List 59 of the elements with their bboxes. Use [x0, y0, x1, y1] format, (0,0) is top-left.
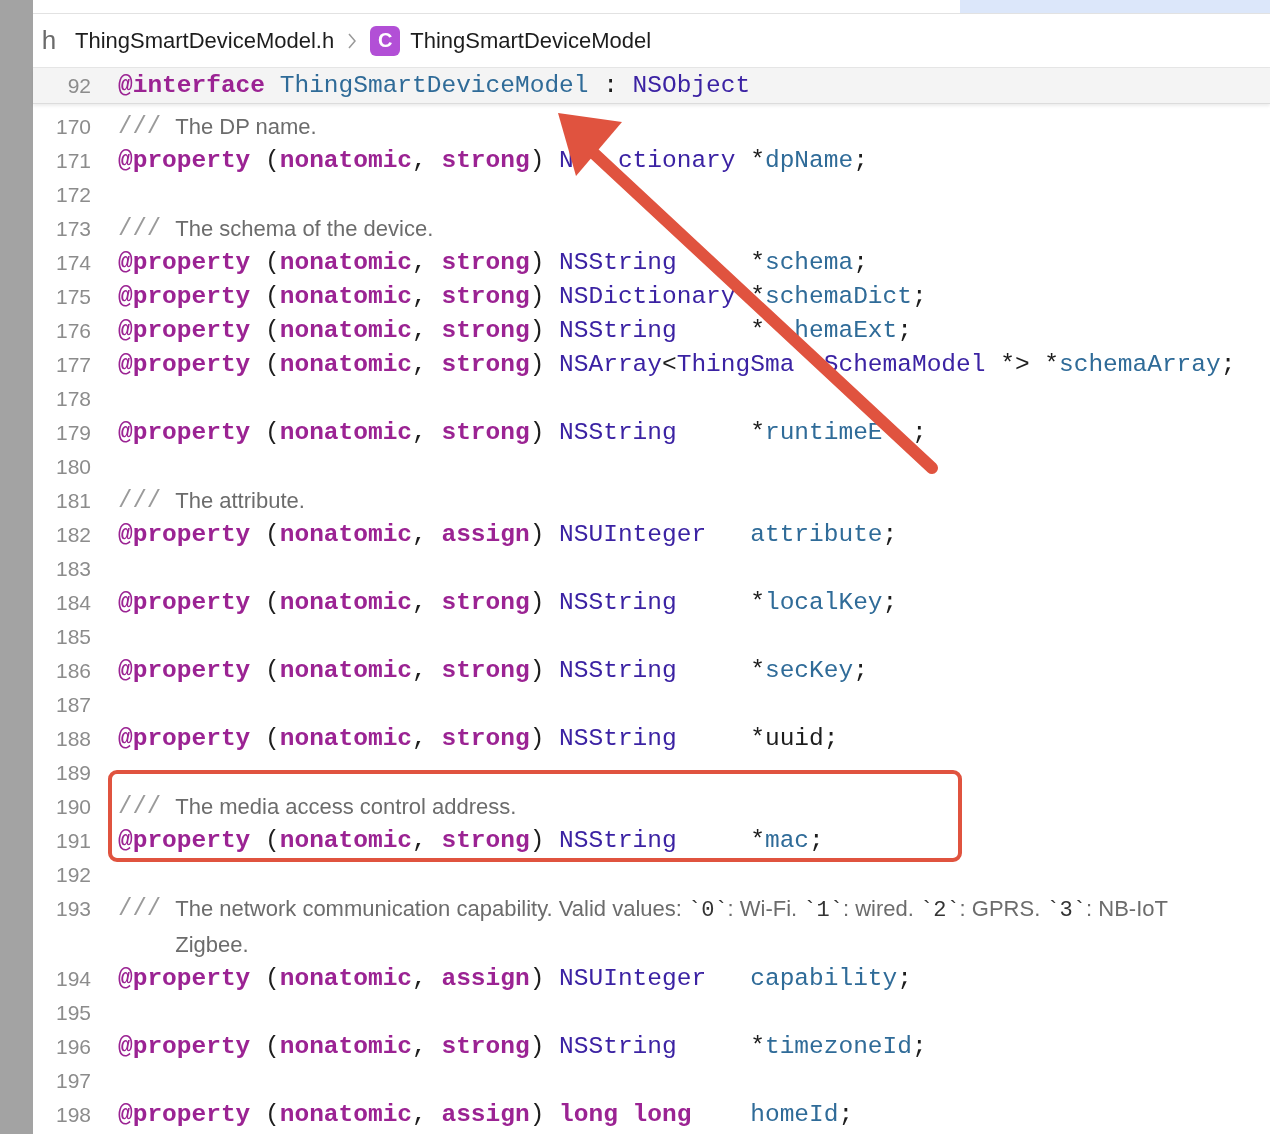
line-number: 177 — [54, 352, 91, 378]
line-number: 172 — [54, 182, 91, 208]
code-comment: The media access control address. — [175, 793, 517, 821]
code-comment: The network communication capability. Valid values: `0`: Wi-Fi. `1`: wired. `2`: GPRS. `3`: NB-IoT Zigbee. — [175, 895, 1168, 959]
line-number: 180 — [54, 454, 91, 480]
line-number: 92 — [66, 72, 91, 99]
line-number: 178 — [54, 386, 91, 412]
line-number: 181 — [54, 488, 91, 514]
code-comment: The DP name. — [175, 113, 317, 141]
line-number: 182 — [54, 522, 91, 548]
line-number: 176 — [54, 318, 91, 344]
line-number: 188 — [54, 726, 91, 752]
comment-marker: /// — [118, 214, 162, 244]
code-line: @property (nonatomic, strong) NSString *schema; — [118, 248, 868, 278]
comment-marker: /// — [118, 792, 162, 822]
code-line: @property (nonatomic, strong) NSDictionary *schemaDict; — [118, 282, 927, 312]
code-line: @property (nonatomic, strong) NSString *localKey; — [118, 588, 898, 618]
line-number: 191 — [54, 828, 91, 854]
line-number: 175 — [54, 284, 91, 310]
line-number: 185 — [54, 624, 91, 650]
class-badge: C — [370, 25, 401, 56]
line-number: 197 — [54, 1068, 91, 1094]
code-line: @property (nonatomic, strong) NSArray<ThingSma SchemaModel *> *schemaArray; — [118, 350, 1236, 380]
line-number: 187 — [54, 692, 91, 718]
line-number: 184 — [54, 590, 91, 616]
comment-marker: /// — [118, 894, 162, 924]
line-number: 179 — [54, 420, 91, 446]
code-line: @property (nonatomic, assign) long long homeId; — [118, 1100, 854, 1130]
chevron-icon — [348, 32, 357, 49]
comment-marker: /// — [118, 112, 162, 142]
line-number: 173 — [54, 216, 91, 242]
breadcrumb-item[interactable]: ThingSmartDeviceModel.h — [75, 27, 335, 54]
line-number: 174 — [54, 250, 91, 276]
line-number: 195 — [54, 1000, 91, 1026]
code-comment: The attribute. — [175, 487, 305, 515]
line-number: 196 — [54, 1034, 91, 1060]
breadcrumb-item[interactable]: ThingSmartDeviceModel — [410, 27, 652, 54]
line-number: 192 — [54, 862, 91, 888]
comment-marker: /// — [118, 486, 162, 516]
code-line: @interface ThingSmartDeviceModel : NSObject — [118, 70, 751, 101]
line-number: 194 — [54, 966, 91, 992]
code-line: @property (nonatomic, strong) NSString *runtimeE ; — [118, 418, 927, 448]
code-line: @property (nonatomic, strong) NSString * hemaExt; — [118, 316, 912, 346]
line-number: 189 — [54, 760, 91, 786]
code-line: @property (nonatomic, assign) NSUInteger attribute; — [118, 520, 898, 550]
code-line: @property (nonatomic, strong) NSString *secKey; — [118, 656, 868, 686]
header-file-icon: h — [37, 25, 61, 56]
code-line: @property (nonatomic, strong) NSString *mac; — [118, 826, 824, 856]
line-number: 171 — [54, 148, 91, 174]
line-number: 183 — [54, 556, 91, 582]
line-number: 193 — [54, 896, 91, 922]
code-line: @property (nonatomic, strong) NSString *uuid; — [118, 724, 839, 754]
line-number: 198 — [54, 1102, 91, 1128]
line-number: 170 — [54, 114, 91, 140]
code-line: @property (nonatomic, strong) NSString *timezoneId; — [118, 1032, 927, 1062]
code-line: @property (nonatomic, assign) NSUInteger capability; — [118, 964, 912, 994]
line-number: 190 — [54, 794, 91, 820]
line-number: 186 — [54, 658, 91, 684]
code-comment: The schema of the device. — [175, 215, 434, 243]
